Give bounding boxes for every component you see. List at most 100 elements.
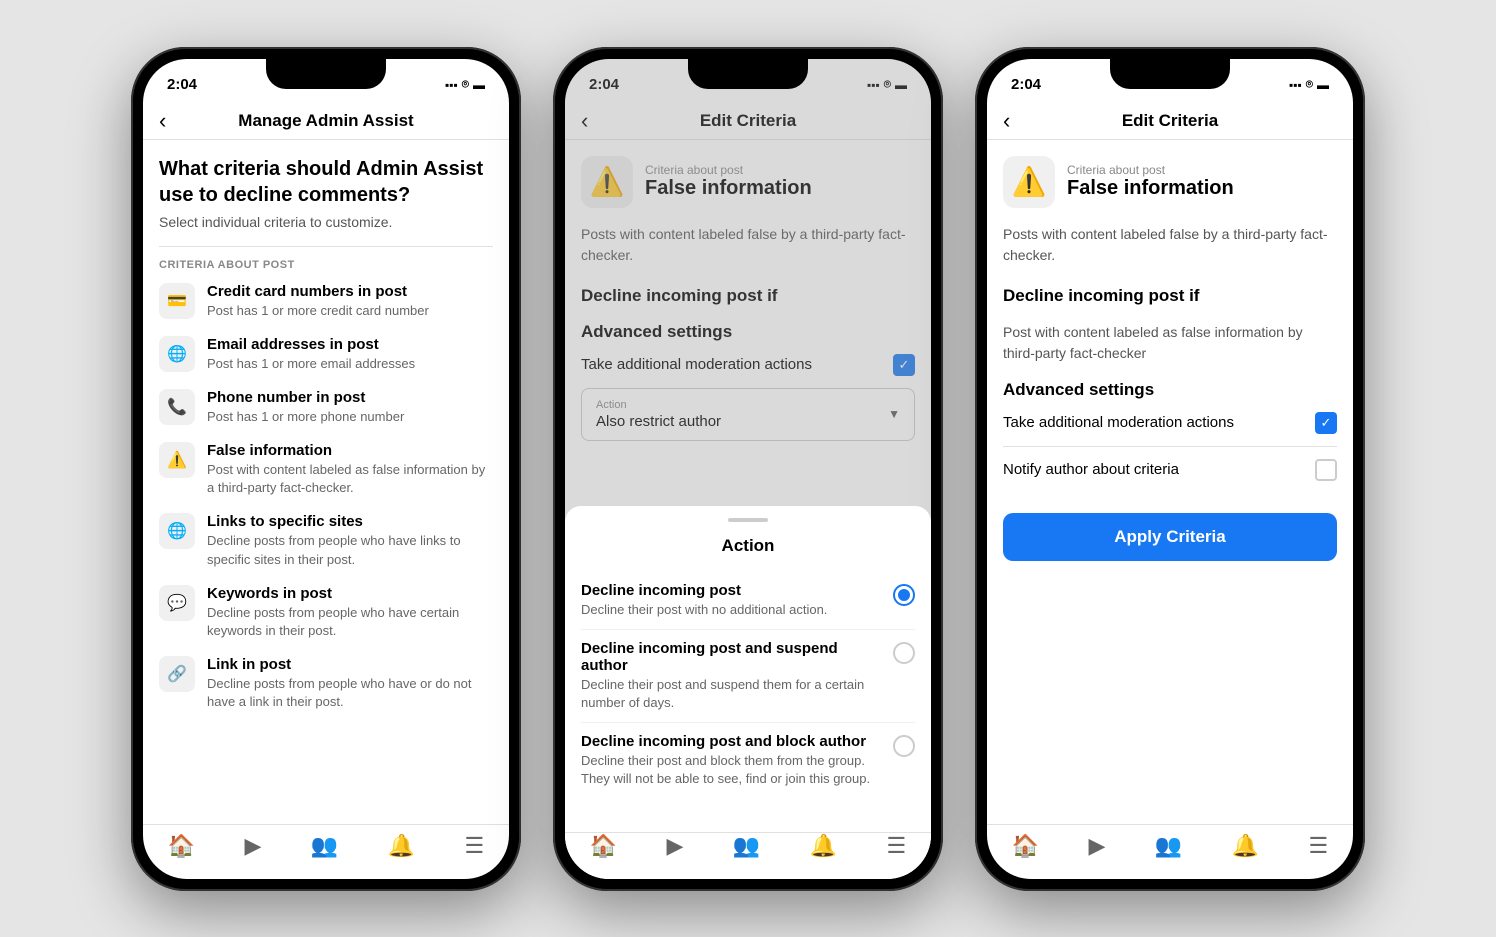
radio-empty-1[interactable] xyxy=(893,642,915,664)
phone-icon: 📞 xyxy=(159,389,195,425)
nav-title-1: Manage Admin Assist xyxy=(238,111,413,131)
phone-3-screen: 2:04 ▪▪▪ ⌾ ▬ ‹ Edit Criteria ⚠️ Criteria… xyxy=(987,59,1353,879)
bottom-nav-groups-2[interactable]: 👥 xyxy=(733,833,760,859)
criteria-name-5: Keywords in post xyxy=(207,585,493,602)
bottom-nav-2: 🏠 ▶ 👥 🔔 ☰ xyxy=(565,832,931,879)
criteria-desc-6: Decline posts from people who have or do… xyxy=(207,675,493,711)
phone-2-screen: 2:04 ▪▪▪ ⌾ ▬ ‹ Edit Criteria ⚠️ Criteria… xyxy=(565,59,931,879)
checkbox-row-3b[interactable]: Notify author about criteria xyxy=(1003,459,1337,481)
sheet-option-2[interactable]: Decline incoming post and block author D… xyxy=(581,723,915,798)
screen3-content: ⚠️ Criteria about post False information… xyxy=(987,140,1353,824)
section-label-1: CRITERIA ABOUT POST xyxy=(159,259,493,271)
screen1-heading: What criteria should Admin Assist use to… xyxy=(159,156,493,208)
status-time-3: 2:04 xyxy=(1011,76,1041,93)
criteria-item-false-info[interactable]: ⚠️ False information Post with content l… xyxy=(159,442,493,497)
sheet-option-1[interactable]: Decline incoming post and suspend author… xyxy=(581,630,915,723)
criteria-item-email[interactable]: 🌐 Email addresses in post Post has 1 or … xyxy=(159,336,493,373)
status-icons-3: ▪▪▪ ⌾ ▬ xyxy=(1289,77,1329,92)
criteria-header-label-3: Criteria about post xyxy=(1067,163,1234,177)
bottom-nav-home-2[interactable]: 🏠 xyxy=(590,833,617,859)
nav-title-3: Edit Criteria xyxy=(1122,111,1218,131)
keyword-icon: 💬 xyxy=(159,585,195,621)
bottom-nav-home-3[interactable]: 🏠 xyxy=(1012,833,1039,859)
criteria-list: 💳 Credit card numbers in post Post has 1… xyxy=(159,283,493,712)
advanced-title-3: Advanced settings xyxy=(1003,380,1337,400)
criteria-item-keywords[interactable]: 💬 Keywords in post Decline posts from pe… xyxy=(159,585,493,640)
criteria-desc-2: Post has 1 or more phone number xyxy=(207,408,404,426)
signal-icon-1: ▪▪▪ xyxy=(445,78,458,92)
action-sheet-2: Action Decline incoming post Decline the… xyxy=(565,506,931,879)
radio-selected-0[interactable] xyxy=(893,584,915,606)
sheet-option-name-1: Decline incoming post and suspend author xyxy=(581,640,881,674)
criteria-name-0: Credit card numbers in post xyxy=(207,283,429,300)
bottom-nav-3: 🏠 ▶ 👥 🔔 ☰ xyxy=(987,824,1353,879)
bottom-nav-video-2[interactable]: ▶ xyxy=(667,833,684,859)
criteria-header-icon-3: ⚠️ xyxy=(1003,156,1055,208)
criteria-name-3: False information xyxy=(207,442,493,459)
back-button-1[interactable]: ‹ xyxy=(159,108,166,134)
criteria-desc-3: Post with content labeled as false infor… xyxy=(207,461,493,497)
sheet-option-desc-0: Decline their post with no additional ac… xyxy=(581,601,827,619)
checkbox-label-3a: Take additional moderation actions xyxy=(1003,414,1234,431)
divider-3 xyxy=(1003,446,1337,447)
credit-card-icon: 💳 xyxy=(159,283,195,319)
criteria-item-phone[interactable]: 📞 Phone number in post Post has 1 or mor… xyxy=(159,389,493,426)
link-icon: 🔗 xyxy=(159,656,195,692)
sheet-handle-2 xyxy=(728,518,768,522)
status-time-1: 2:04 xyxy=(167,76,197,93)
bottom-nav-menu-1[interactable]: ☰ xyxy=(465,833,485,859)
nav-header-3: ‹ Edit Criteria xyxy=(987,103,1353,140)
criteria-item-credit-card[interactable]: 💳 Credit card numbers in post Post has 1… xyxy=(159,283,493,320)
bottom-nav-1: 🏠 ▶ 👥 🔔 ☰ xyxy=(143,824,509,879)
bottom-nav-groups-1[interactable]: 👥 xyxy=(311,833,338,859)
phone-1-screen: 2:04 ▪▪▪ ⌾ ▬ ‹ Manage Admin Assist What … xyxy=(143,59,509,879)
bottom-nav-home-1[interactable]: 🏠 xyxy=(168,833,195,859)
checkbox-empty-3b[interactable] xyxy=(1315,459,1337,481)
checkbox-row-3a[interactable]: Take additional moderation actions ✓ xyxy=(1003,412,1337,434)
wifi-icon-3: ⌾ xyxy=(1306,77,1313,92)
sheet-option-desc-2: Decline their post and block them from t… xyxy=(581,752,881,788)
bottom-nav-menu-2[interactable]: ☰ xyxy=(887,833,907,859)
notch-3 xyxy=(1110,59,1230,89)
phone-2: 2:04 ▪▪▪ ⌾ ▬ ‹ Edit Criteria ⚠️ Criteria… xyxy=(553,47,943,891)
bottom-nav-bell-2[interactable]: 🔔 xyxy=(810,833,837,859)
bottom-nav-menu-3[interactable]: ☰ xyxy=(1309,833,1329,859)
criteria-item-links[interactable]: 🌐 Links to specific sites Decline posts … xyxy=(159,513,493,568)
criteria-name-2: Phone number in post xyxy=(207,389,404,406)
nav-header-1: ‹ Manage Admin Assist xyxy=(143,103,509,140)
screen1-subheading: Select individual criteria to customize. xyxy=(159,214,493,230)
bottom-nav-bell-3[interactable]: 🔔 xyxy=(1232,833,1259,859)
criteria-name-4: Links to specific sites xyxy=(207,513,493,530)
criteria-header-3: ⚠️ Criteria about post False information xyxy=(1003,156,1337,208)
battery-icon-1: ▬ xyxy=(473,78,485,92)
email-icon: 🌐 xyxy=(159,336,195,372)
sheet-option-0[interactable]: Decline incoming post Decline their post… xyxy=(581,572,915,630)
phone-3: 2:04 ▪▪▪ ⌾ ▬ ‹ Edit Criteria ⚠️ Criteria… xyxy=(975,47,1365,891)
bottom-nav-bell-1[interactable]: 🔔 xyxy=(388,833,415,859)
notch-2 xyxy=(688,59,808,89)
criteria-desc-0: Post has 1 or more credit card number xyxy=(207,302,429,320)
criteria-header-title-3: False information xyxy=(1067,177,1234,200)
criteria-name-1: Email addresses in post xyxy=(207,336,415,353)
apply-criteria-button[interactable]: Apply Criteria xyxy=(1003,513,1337,561)
sheet-title-2: Action xyxy=(581,536,915,556)
bottom-nav-groups-3[interactable]: 👥 xyxy=(1155,833,1182,859)
bottom-nav-video-1[interactable]: ▶ xyxy=(245,833,262,859)
radio-empty-2[interactable] xyxy=(893,735,915,757)
criteria-desc-5: Decline posts from people who have certa… xyxy=(207,604,493,640)
signal-icon-3: ▪▪▪ xyxy=(1289,78,1302,92)
criteria-name-6: Link in post xyxy=(207,656,493,673)
decline-title-3: Decline incoming post if xyxy=(1003,286,1337,306)
checkbox-label-3b: Notify author about criteria xyxy=(1003,461,1179,478)
divider-1 xyxy=(159,246,493,247)
warning-icon: ⚠️ xyxy=(159,442,195,478)
sheet-option-name-0: Decline incoming post xyxy=(581,582,827,599)
battery-icon-3: ▬ xyxy=(1317,78,1329,92)
phone-1: 2:04 ▪▪▪ ⌾ ▬ ‹ Manage Admin Assist What … xyxy=(131,47,521,891)
notch-1 xyxy=(266,59,386,89)
back-button-3[interactable]: ‹ xyxy=(1003,108,1010,134)
criteria-desc-4: Decline posts from people who have links… xyxy=(207,532,493,568)
checkbox-checked-3a[interactable]: ✓ xyxy=(1315,412,1337,434)
criteria-item-link-post[interactable]: 🔗 Link in post Decline posts from people… xyxy=(159,656,493,711)
bottom-nav-video-3[interactable]: ▶ xyxy=(1089,833,1106,859)
